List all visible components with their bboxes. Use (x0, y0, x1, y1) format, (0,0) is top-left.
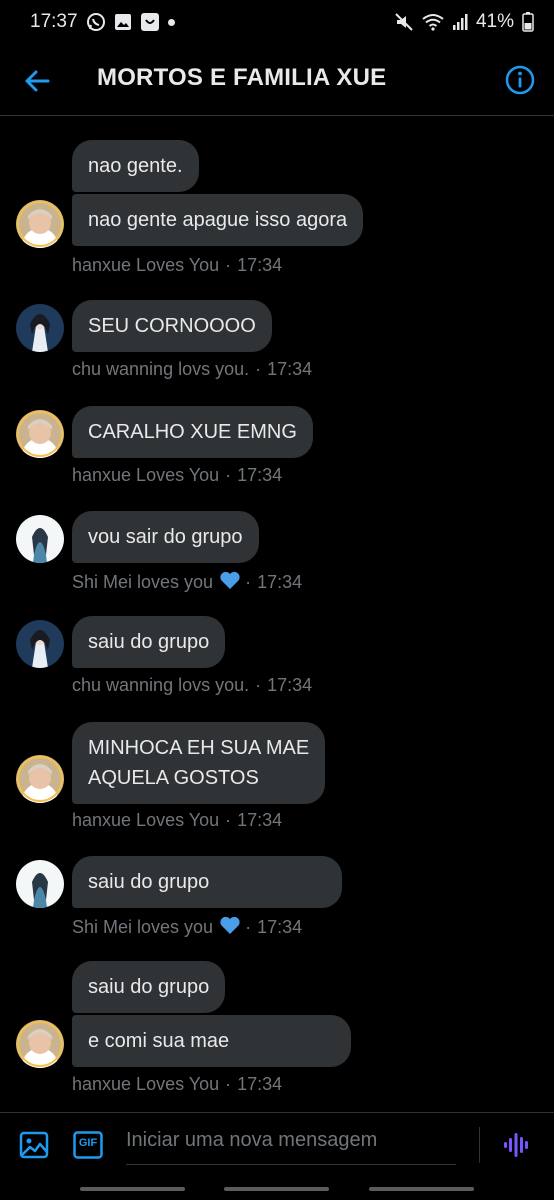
message-time: 17:34 (267, 675, 313, 695)
avatar-hanxue[interactable] (16, 200, 64, 248)
message-meta: Shi Mei loves you · 17:34 (72, 570, 302, 595)
nav-recents-button[interactable] (80, 1187, 185, 1191)
message-meta: chu wanning lovs you. · 17:34 (72, 359, 312, 380)
message-bubble[interactable]: CARALHO XUE EMNG (72, 406, 313, 458)
message-bubble[interactable]: nao gente. (72, 140, 199, 192)
avatar-hanxue[interactable] (16, 410, 64, 458)
message-meta: hanxue Loves You · 17:34 (72, 1074, 282, 1095)
message-bubble[interactable]: nao gente apague isso agora (72, 194, 364, 246)
sender-name: hanxue Loves You (72, 1074, 220, 1094)
sender-name: Shi Mei loves you (72, 572, 214, 592)
message-composer: GIF Iniciar uma nova mensagem (0, 1112, 554, 1176)
conversation-header: MORTOS E FAMILIA XUE (0, 44, 554, 116)
meta-separator: · (245, 917, 252, 937)
message-time: 17:34 (237, 810, 283, 830)
avatar-hanxue[interactable] (16, 755, 64, 803)
message-meta: hanxue Loves You · 17:34 (72, 255, 282, 276)
message-time: 17:34 (237, 1074, 283, 1094)
arrow-left-icon[interactable] (22, 66, 52, 96)
mute-icon (394, 12, 414, 32)
meta-separator: · (245, 572, 252, 592)
avatar-shimei[interactable] (16, 860, 64, 908)
message-meta: chu wanning lovs you. · 17:34 (72, 675, 312, 696)
gif-button[interactable]: GIF (73, 1131, 103, 1159)
sender-name: chu wanning lovs you. (72, 359, 250, 379)
app-icon (140, 12, 160, 32)
sender-name: chu wanning lovs you. (72, 675, 250, 695)
message-meta: hanxue Loves You · 17:34 (72, 465, 282, 486)
dot-icon (167, 18, 175, 26)
message-bubble[interactable]: saiu do grupo (72, 856, 342, 908)
image-icon[interactable] (19, 1130, 49, 1160)
status-bar: 17:37 41% (0, 0, 554, 44)
message-bubble[interactable]: MINHOCA EH SUA MAE AQUELA GOSTOS (72, 722, 326, 804)
system-nav-bar (0, 1176, 554, 1200)
meta-separator: · (255, 675, 262, 695)
meta-separator: · (225, 465, 232, 485)
meta-separator: · (225, 810, 232, 830)
info-icon[interactable] (504, 64, 536, 96)
conversation-title: MORTOS E FAMILIA XUE (97, 64, 387, 91)
message-bubble[interactable]: SEU CORNOOOO (72, 300, 272, 352)
sender-name: hanxue Loves You (72, 465, 220, 485)
whatsapp-icon (86, 12, 106, 32)
message-bubble[interactable]: vou sair do grupo (72, 511, 259, 563)
battery-percent: 41% (475, 11, 514, 32)
meta-separator: · (225, 255, 232, 275)
meta-separator: · (255, 359, 262, 379)
message-bubble[interactable]: saiu do grupo (72, 961, 226, 1013)
sender-name: hanxue Loves You (72, 255, 220, 275)
blue-heart-icon (219, 915, 241, 940)
sender-name: hanxue Loves You (72, 810, 220, 830)
wifi-icon (422, 13, 444, 31)
message-time: 17:34 (257, 917, 303, 937)
nav-home-button[interactable] (224, 1187, 329, 1191)
voice-wave-icon[interactable] (502, 1131, 530, 1159)
gallery-icon (114, 13, 132, 31)
message-meta: Shi Mei loves you · 17:34 (72, 915, 302, 940)
avatar-shimei[interactable] (16, 515, 64, 563)
avatar-hanxue[interactable] (16, 1020, 64, 1068)
avatar-chu[interactable] (16, 620, 64, 668)
nav-back-button[interactable] (369, 1187, 474, 1191)
blue-heart-icon (219, 570, 241, 595)
meta-separator: · (225, 1074, 232, 1094)
message-input[interactable]: Iniciar uma nova mensagem (126, 1127, 456, 1165)
message-time: 17:34 (267, 359, 313, 379)
signal-icon (452, 13, 468, 31)
sender-name: Shi Mei loves you (72, 917, 214, 937)
message-meta: hanxue Loves You · 17:34 (72, 810, 282, 831)
battery-icon (522, 12, 534, 32)
composer-divider (479, 1127, 480, 1163)
avatar-chu[interactable] (16, 304, 64, 352)
gif-label: GIF (78, 1137, 98, 1149)
status-time: 17:37 (30, 11, 78, 32)
message-time: 17:34 (237, 255, 283, 275)
message-list[interactable]: nao gente. nao gente apague isso agora h… (0, 117, 554, 1112)
message-bubble[interactable]: saiu do grupo (72, 616, 226, 668)
message-time: 17:34 (257, 572, 303, 592)
message-bubble[interactable]: e comi sua mae (72, 1015, 351, 1067)
message-time: 17:34 (237, 465, 283, 485)
